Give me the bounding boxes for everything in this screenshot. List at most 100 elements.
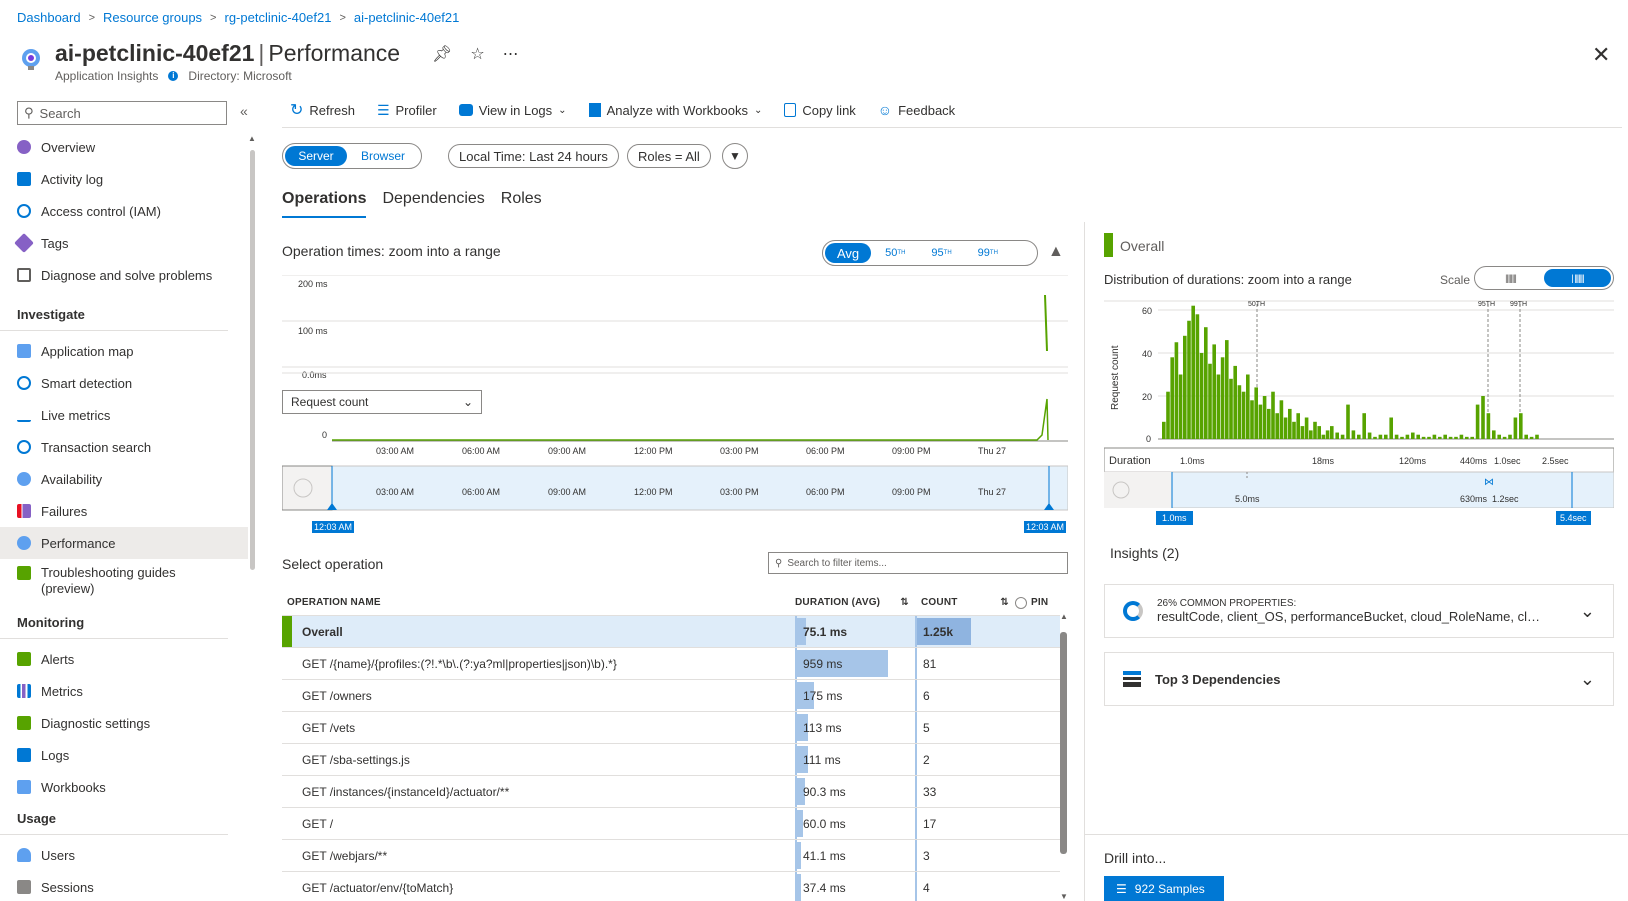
histogram-bar (1459, 434, 1464, 439)
sidebar-item-sessions[interactable]: Sessions (0, 871, 248, 901)
analyze-workbooks-button[interactable]: Analyze with Workbooks ⌄ (588, 103, 762, 118)
col-pin: PIN (1015, 596, 1060, 609)
feedback-button[interactable]: ☺ Feedback (878, 102, 955, 118)
histogram-bar (1258, 404, 1263, 439)
sort-icon[interactable]: ⇅ (1000, 597, 1009, 608)
range-end-handle[interactable]: 12:03 AM (1024, 521, 1067, 533)
avg-option[interactable]: Avg (825, 243, 872, 263)
sidebar-nav: Overview Activity log Access control (IA… (0, 131, 248, 901)
resource-name: ai-petclinic-40ef21 (55, 40, 255, 66)
table-row[interactable]: GET /sba-settings.js 111 ms 2 (282, 744, 1060, 776)
sidebar-scroll-thumb[interactable] (250, 150, 255, 570)
breadcrumb-resource[interactable]: ai-petclinic-40ef21 (354, 10, 460, 25)
sort-icon[interactable]: ⇅ (900, 597, 909, 608)
tab-operations[interactable]: Operations (282, 190, 367, 218)
insights-title: Insights (2) (1110, 545, 1180, 561)
sidebar-item-diagnostic-settings[interactable]: Diagnostic settings (0, 707, 248, 739)
sidebar-item-live-metrics[interactable]: Live metrics (0, 399, 248, 431)
sidebar-search-input[interactable]: ⚲ Search (17, 101, 227, 125)
breadcrumb-resource-groups[interactable]: Resource groups (103, 10, 202, 25)
copy-link-button[interactable]: Copy link (784, 103, 856, 118)
sidebar-item-alerts[interactable]: Alerts (0, 643, 248, 675)
top-dependencies-card[interactable]: Top 3 Dependencies ⌄ (1104, 652, 1614, 706)
profiler-button[interactable]: ☰ Profiler (377, 102, 437, 119)
sidebar-item-failures[interactable]: Failures (0, 495, 248, 527)
table-row[interactable]: GET /owners 175 ms 6 (282, 680, 1060, 712)
count-cell: 2 (915, 744, 1015, 775)
duration-tick-label: 2.5sec (1542, 456, 1569, 466)
sidebar-item-troubleshooting[interactable]: Troubleshooting guides (preview) (0, 559, 248, 607)
sidebar-scrollbar[interactable]: ▲ (248, 134, 256, 901)
refresh-button[interactable]: ↻ Refresh (290, 100, 355, 120)
sidebar-item-users[interactable]: Users (0, 839, 248, 871)
roles-pill[interactable]: Roles = All (627, 144, 711, 168)
col-operation-name[interactable]: OPERATION NAME (282, 590, 795, 615)
sidebar-item-performance[interactable]: Performance (0, 527, 248, 559)
col-duration[interactable]: DURATION (AVG) ⇅ (795, 597, 915, 608)
operation-name-cell: GET /instances/{instanceId}/actuator/** (282, 776, 795, 807)
table-scroll-thumb[interactable] (1060, 632, 1067, 854)
sidebar-item-access-control[interactable]: Access control (IAM) (0, 195, 248, 227)
histogram-bar (1351, 430, 1356, 439)
sidebar-item-smart-detection[interactable]: Smart detection (0, 367, 248, 399)
common-properties-card[interactable]: 26% COMMON PROPERTIES: resultCode, clien… (1104, 584, 1614, 638)
operation-filter-input[interactable]: ⚲ Search to filter items... (768, 552, 1068, 574)
tab-dependencies[interactable]: Dependencies (382, 190, 484, 218)
server-option[interactable]: Server (285, 146, 347, 166)
browser-option[interactable]: Browser (347, 146, 419, 166)
sidebar-item-transaction-search[interactable]: Transaction search (0, 431, 248, 463)
sidebar-item-diagnose[interactable]: Diagnose and solve problems (0, 259, 248, 291)
col-count[interactable]: COUNT ⇅ (915, 597, 1015, 608)
dur-range-end-handle[interactable]: 5.4sec (1556, 511, 1591, 525)
close-icon[interactable]: ✕ (1592, 42, 1610, 68)
pin-icon[interactable]: 📌︎ (432, 44, 452, 64)
sidebar-item-overview[interactable]: Overview (0, 131, 248, 163)
sidebar-item-availability[interactable]: Availability (0, 463, 248, 495)
scroll-up-icon[interactable]: ▲ (1060, 612, 1068, 621)
sidebar-item-activity-log[interactable]: Activity log (0, 163, 248, 195)
sidebar-item-logs[interactable]: Logs (0, 739, 248, 771)
breadcrumb-dashboard[interactable]: Dashboard (17, 10, 81, 25)
table-row[interactable]: GET /{name}/{profiles:(?!.*\b\.(?:ya?ml|… (282, 648, 1060, 680)
star-icon[interactable]: ☆ (470, 44, 484, 64)
linear-scale-option[interactable]: |||||||| (1477, 269, 1544, 287)
table-row[interactable]: Overall 75.1 ms 1.25k (282, 616, 1060, 648)
time-range-pill[interactable]: Local Time: Last 24 hours (448, 144, 619, 168)
duration-cell: 41.1 ms (795, 840, 915, 871)
pin-chart-icon[interactable]: ▲ (1048, 243, 1064, 261)
breadcrumb-rg[interactable]: rg-petclinic-40ef21 (224, 10, 331, 25)
histogram-bar (1304, 417, 1309, 439)
scroll-up-icon[interactable]: ▲ (248, 134, 256, 143)
metric-dropdown[interactable]: Request count ⌄ (282, 390, 482, 414)
scroll-down-icon[interactable]: ▼ (1060, 892, 1068, 901)
view-in-logs-button[interactable]: View in Logs ⌄ (458, 103, 567, 118)
sidebar-item-metrics[interactable]: Metrics (0, 675, 248, 707)
table-row[interactable]: GET /actuator/env/{toMatch} 37.4 ms 4 (282, 872, 1060, 901)
chevron-down-icon[interactable]: ⌄ (1580, 669, 1595, 690)
p95-option[interactable]: 95 TH (919, 243, 963, 263)
dur-range-start-handle[interactable]: 1.0ms (1156, 511, 1193, 525)
y-tick-200: 200 ms (298, 279, 328, 289)
more-icon[interactable]: ⋯ (503, 44, 519, 64)
table-row[interactable]: GET / 60.0 ms 17 (282, 808, 1060, 840)
chevron-down-icon[interactable]: ⌄ (1580, 601, 1595, 622)
sidebar-item-tags[interactable]: Tags (0, 227, 248, 259)
sidebar-item-label: Smart detection (41, 375, 133, 391)
tab-roles[interactable]: Roles (501, 190, 542, 218)
p50-option[interactable]: 50 TH (873, 243, 917, 263)
samples-button[interactable]: ☰ 922 Samples (1104, 876, 1224, 901)
duration-histogram[interactable]: Request count 60 40 20 0 50TH 95TH 99TH … (1104, 298, 1614, 508)
table-scrollbar[interactable]: ▲ ▼ (1058, 612, 1068, 901)
table-row[interactable]: GET /vets 113 ms 5 (282, 712, 1060, 744)
collapse-sidebar-icon[interactable]: « (240, 103, 248, 119)
table-row[interactable]: GET /webjars/** 41.1 ms 3 (282, 840, 1060, 872)
histogram-bar (1288, 408, 1292, 439)
log-scale-option[interactable]: | ||||||| (1544, 269, 1611, 287)
table-row[interactable]: GET /instances/{instanceId}/actuator/** 9… (282, 776, 1060, 808)
p99-option[interactable]: 99 TH (966, 243, 1010, 263)
sidebar-item-application-map[interactable]: Application map (0, 335, 248, 367)
sidebar-item-workbooks[interactable]: Workbooks (0, 771, 248, 803)
add-filter-icon[interactable]: ▼ (722, 143, 748, 169)
search-icon: ⚲ (775, 557, 783, 569)
range-start-handle[interactable]: 12:03 AM (312, 521, 355, 533)
